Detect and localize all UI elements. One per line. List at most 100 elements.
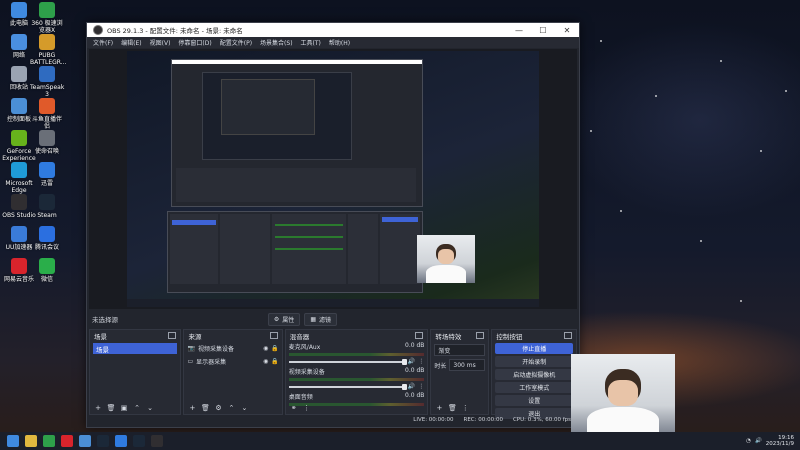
menu-dots-icon[interactable]: ⋮ bbox=[303, 404, 311, 412]
trash-icon[interactable]: 🗑 bbox=[107, 404, 116, 412]
chevron-up-icon[interactable]: ⌃ bbox=[133, 404, 141, 412]
minimize-button[interactable]: — bbox=[507, 26, 531, 35]
volume-slider[interactable] bbox=[288, 358, 407, 365]
desktop-icon[interactable]: 迅雷 bbox=[30, 162, 64, 187]
desktop-icon[interactable]: Steam bbox=[30, 194, 64, 219]
steam-icon[interactable] bbox=[133, 435, 145, 447]
globe-icon[interactable] bbox=[115, 435, 127, 447]
menu-edit[interactable]: 编辑(E) bbox=[117, 38, 145, 47]
popout-icon[interactable] bbox=[269, 332, 278, 339]
desktop-icon[interactable]: 斗鱼直播伴侣 bbox=[30, 98, 64, 130]
rec-status: REC: 00:00:00 bbox=[463, 417, 503, 423]
menu-view[interactable]: 视图(V) bbox=[146, 38, 175, 47]
preview-canvas[interactable] bbox=[127, 51, 539, 307]
app-icon bbox=[39, 130, 55, 146]
file-explorer-icon[interactable] bbox=[25, 435, 37, 447]
start-recording-button[interactable]: 开始录制 bbox=[495, 356, 573, 367]
chevron-down-icon[interactable]: ⌄ bbox=[240, 404, 248, 412]
menu-tools[interactable]: 工具(T) bbox=[297, 38, 325, 47]
start-icon[interactable] bbox=[7, 435, 19, 447]
taskbar: ◔ 🔊 19:16 2023/11/9 bbox=[0, 432, 800, 450]
stop-streaming-button[interactable]: 停止直播 bbox=[495, 343, 573, 354]
trash-icon[interactable]: 🗑 bbox=[448, 404, 457, 412]
transition-select[interactable]: 渐变 bbox=[434, 344, 486, 356]
chevron-up-icon[interactable]: ⌃ bbox=[227, 404, 235, 412]
add-icon[interactable]: + bbox=[435, 404, 443, 412]
preview-area[interactable] bbox=[89, 49, 577, 309]
menu-docks[interactable]: 停靠窗口(D) bbox=[174, 38, 215, 47]
menu-scene-collection[interactable]: 场景集合(S) bbox=[256, 38, 297, 47]
maximize-button[interactable]: ☐ bbox=[531, 26, 555, 35]
add-icon[interactable]: + bbox=[94, 404, 102, 412]
desktop-icon[interactable]: 腾讯会议 bbox=[30, 226, 64, 251]
close-button[interactable]: ✕ bbox=[555, 26, 579, 35]
start-virtual-camera-button[interactable]: 启动虚拟摄像机 bbox=[495, 369, 573, 380]
lock-icon[interactable]: 🔒 bbox=[271, 358, 278, 365]
clock[interactable]: 19:16 2023/11/9 bbox=[766, 435, 794, 447]
speaker-icon[interactable]: 🔊 bbox=[408, 358, 415, 365]
transitions-title: 转场特效 bbox=[435, 332, 462, 341]
menu-dots-icon[interactable]: ⋮ bbox=[461, 404, 469, 412]
eye-icon[interactable]: ◉ bbox=[263, 358, 268, 365]
app-icon bbox=[11, 258, 27, 274]
netease-icon[interactable] bbox=[61, 435, 73, 447]
wifi-icon[interactable]: ◔ bbox=[746, 438, 751, 444]
scenes-dock: 场景 场景 + 🗑 ▣ ⌃ ⌄ bbox=[89, 329, 182, 415]
duration-input[interactable]: 300 ms bbox=[449, 359, 486, 371]
app-icon bbox=[11, 66, 27, 82]
desktop-icon[interactable]: TeamSpeak 3 bbox=[30, 66, 64, 98]
scene-item[interactable]: 场景 bbox=[93, 343, 178, 354]
desktop-icon-label: Steam bbox=[37, 212, 57, 219]
eye-icon[interactable]: ◉ bbox=[263, 345, 268, 352]
filter-icon[interactable]: ▣ bbox=[120, 404, 128, 412]
studio-mode-button[interactable]: 工作室模式 bbox=[495, 382, 573, 393]
trash-icon[interactable]: 🗑 bbox=[201, 404, 210, 412]
app-icon bbox=[11, 34, 27, 50]
app-icon bbox=[39, 226, 55, 242]
menu-help[interactable]: 帮助(H) bbox=[325, 38, 354, 47]
desktop-icon-label: PUBG BATTLEGR... bbox=[30, 52, 67, 66]
nested-obs-docks bbox=[167, 211, 423, 293]
gear-icon[interactable]: ⋮ bbox=[418, 358, 424, 365]
settings-button[interactable]: 设置 bbox=[495, 395, 573, 406]
gear-icon[interactable]: ⚙ bbox=[214, 404, 222, 412]
desktop-icon-label: 使命召唤 bbox=[34, 148, 59, 155]
steam-icon[interactable] bbox=[97, 435, 109, 447]
speaker-icon[interactable]: 🔊 bbox=[755, 438, 762, 444]
monitor-icon: ▭ bbox=[187, 358, 194, 365]
link-icon[interactable]: ⚭ bbox=[290, 404, 298, 412]
filters-button[interactable]: ▦ 滤镜 bbox=[304, 312, 337, 326]
sources-title: 来源 bbox=[188, 332, 202, 341]
volume-slider[interactable] bbox=[288, 383, 407, 390]
chevron-down-icon[interactable]: ⌄ bbox=[146, 404, 154, 412]
source-item[interactable]: 📷 视频采集设备 ◉ 🔒 bbox=[187, 343, 278, 354]
channel-db: 0.0 dB bbox=[405, 342, 425, 349]
desktop-icon[interactable]: 微信 bbox=[30, 258, 64, 283]
menu-file[interactable]: 文件(F) bbox=[89, 38, 117, 47]
speaker-icon[interactable]: 🔊 bbox=[408, 383, 415, 390]
volume-meter bbox=[288, 378, 425, 381]
popout-icon[interactable] bbox=[415, 332, 424, 339]
properties-button[interactable]: ⚙ 属性 bbox=[267, 312, 301, 326]
source-item[interactable]: ▭ 显示器采集 ◉ 🔒 bbox=[187, 356, 278, 367]
menu-profile[interactable]: 配置文件(P) bbox=[216, 38, 256, 47]
popout-icon[interactable] bbox=[564, 332, 572, 339]
add-icon[interactable]: + bbox=[188, 404, 196, 412]
desktop-icon[interactable]: 360 极速浏览器X bbox=[30, 2, 64, 34]
browser-icon[interactable] bbox=[79, 435, 91, 447]
obs-icon[interactable] bbox=[151, 435, 163, 447]
desktop-icon[interactable]: 使命召唤 bbox=[30, 130, 64, 155]
popout-icon[interactable] bbox=[168, 332, 177, 339]
sources-dock: 来源 📷 视频采集设备 ◉ 🔒 ▭ 显示器采集 ◉ 🔒 + 🗑 ⚙ ⌃ ⌄ bbox=[183, 329, 283, 415]
gear-icon[interactable]: ⋮ bbox=[418, 383, 424, 390]
popout-icon[interactable] bbox=[476, 332, 485, 339]
status-bar: LIVE: 00:00:00 REC: 00:00:00 CPU: 0.3%, … bbox=[89, 415, 577, 425]
window-title: OBS 29.1.3 - 配置文件: 未命名 - 场景: 未命名 bbox=[107, 27, 243, 35]
cpu-status: CPU: 0.3%, 60.00 fps bbox=[512, 417, 571, 423]
app-icon bbox=[39, 258, 55, 274]
lock-icon[interactable]: 🔒 bbox=[271, 345, 278, 352]
chrome-icon[interactable] bbox=[43, 435, 55, 447]
live-status: LIVE: 00:00:00 bbox=[413, 417, 454, 423]
desktop-icon[interactable]: PUBG BATTLEGR... bbox=[30, 34, 67, 66]
webcam-overlay bbox=[571, 354, 675, 440]
